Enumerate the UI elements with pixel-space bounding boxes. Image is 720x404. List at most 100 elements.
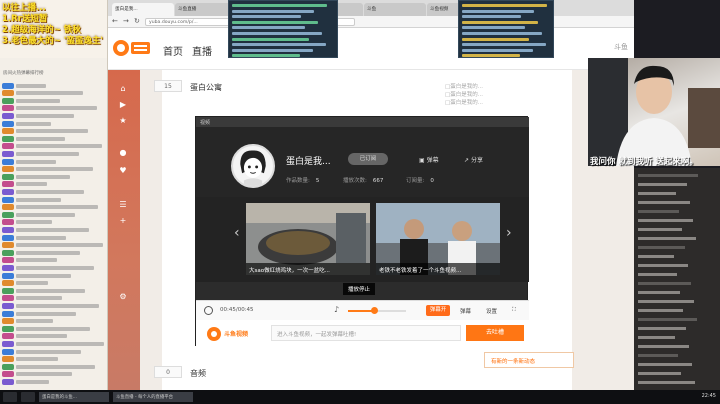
chat-row xyxy=(2,188,106,195)
tab-4[interactable]: 斗鱼 xyxy=(364,3,426,16)
back-icon[interactable]: ← xyxy=(112,18,119,25)
overlay-text-line xyxy=(462,9,534,13)
user-badge-icon xyxy=(2,280,14,287)
chat-row xyxy=(2,272,106,279)
plus-icon[interactable]: + xyxy=(118,216,128,226)
header-search[interactable]: 斗鱼 xyxy=(614,42,628,52)
volume-slider[interactable] xyxy=(348,307,406,314)
share-action[interactable]: ↗ 分享 xyxy=(464,155,483,164)
obs-row xyxy=(638,255,674,258)
video-icon[interactable]: ▶ xyxy=(118,100,128,110)
video-thumb-1[interactable]: 大sao做红烧鸡块，一次一盆吃... xyxy=(246,203,370,275)
overlay-text-line xyxy=(232,4,327,7)
carousel-next-icon[interactable]: › xyxy=(506,225,512,241)
chat-row xyxy=(2,158,106,165)
obs-row xyxy=(638,291,680,294)
carousel-prev-icon[interactable]: ‹ xyxy=(234,225,240,241)
site-header: 首页 直播 斗鱼 xyxy=(108,28,634,70)
overlay-text-line xyxy=(462,32,542,35)
star-icon[interactable]: ★ xyxy=(118,116,128,126)
video-thumb-2[interactable]: 老铁不老铁发着了一个斗鱼视频... xyxy=(376,203,500,275)
user-badge-icon xyxy=(2,363,14,370)
tab-0[interactable]: 蛋白是我... xyxy=(112,3,174,16)
notification-bubble[interactable]: 有新的一条新动态 xyxy=(484,352,574,368)
home-icon[interactable]: ⌂ xyxy=(118,84,128,94)
user-badge-icon xyxy=(2,120,14,127)
chat-text xyxy=(16,151,79,156)
overlay-text-line xyxy=(462,37,529,41)
chat-text xyxy=(16,113,74,118)
volume-knob[interactable] xyxy=(371,307,379,314)
ctrl-settings[interactable]: 设置 xyxy=(486,307,497,315)
user-badge-icon xyxy=(2,340,14,347)
list-icon[interactable]: ☰ xyxy=(118,200,128,210)
overlay-text-line xyxy=(462,26,525,30)
user-badge-icon xyxy=(2,226,14,233)
overlay-text-line xyxy=(462,4,547,7)
overlay-text-line xyxy=(232,15,301,19)
author-profile: 蛋白是我... 已订阅 ▣ 弹幕 ↗ 分享 作品数量: 5 播放次数: 667 订阅… xyxy=(196,127,529,197)
stat-works-label: 作品数量: xyxy=(286,178,310,184)
chat-title: 房间火热弹幕排行榜 xyxy=(3,71,44,76)
related-link-1[interactable]: 蛋白是我的... xyxy=(445,82,483,90)
taskbar-app-2[interactable]: 斗鱼直播 - 每个人的直播平台 xyxy=(113,392,193,402)
taskbar-app-1[interactable]: 蛋白是我的斗鱼... xyxy=(39,392,109,402)
chat-row xyxy=(2,120,106,127)
user-badge-icon xyxy=(2,257,14,264)
chat-row xyxy=(2,340,106,347)
chat-row xyxy=(2,82,106,89)
comment-input[interactable]: 进入斗鱼视频，一起发弹幕吐槽! xyxy=(271,325,461,341)
nav-home[interactable]: 首页 xyxy=(163,43,183,58)
user-badge-icon xyxy=(2,211,14,218)
chat-row xyxy=(2,310,106,317)
video-card: 视频 蛋白是我... 已订阅 ▣ 弹幕 ↗ 分享 作品数量: 5 播放次数: 6… xyxy=(195,116,529,347)
related-link-3[interactable]: 蛋白是我的... xyxy=(445,98,483,106)
barrage-action[interactable]: ▣ 弹幕 xyxy=(419,155,439,164)
chat-row xyxy=(2,348,106,355)
send-comment-button[interactable]: 去吐槽 xyxy=(466,325,524,341)
overlay-text-line xyxy=(232,54,300,58)
chat-text xyxy=(16,243,103,248)
taskbar: 蛋白是我的斗鱼... 斗鱼直播 - 每个人的直播平台 22:45 xyxy=(0,390,720,404)
chat-text xyxy=(16,106,97,111)
related-link-2[interactable]: 蛋白是我的... xyxy=(445,90,483,98)
ctrl-barrage-setting[interactable]: 弹幕 xyxy=(460,307,471,315)
chat-text xyxy=(16,364,95,369)
volume-icon[interactable]: ♪ xyxy=(334,305,339,314)
section2-number: 0 xyxy=(154,366,182,378)
chat-row xyxy=(2,226,106,233)
user-badge-icon xyxy=(2,356,14,363)
user-icon[interactable]: ● xyxy=(118,148,128,158)
stat-works: 作品数量: 5 xyxy=(286,176,319,184)
settings-icon[interactable]: ⚙ xyxy=(118,292,128,302)
chat-text xyxy=(16,379,49,384)
user-badge-icon xyxy=(2,158,14,165)
barrage-toggle-button[interactable]: 弹幕开 xyxy=(426,305,450,316)
chat-row xyxy=(2,90,106,97)
replay-icon[interactable] xyxy=(204,306,213,315)
chat-text xyxy=(16,136,65,141)
follow-button[interactable]: 已订阅 xyxy=(348,153,388,165)
fullscreen-icon[interactable]: ⛶ xyxy=(512,307,516,314)
taskbar-search-icon[interactable] xyxy=(21,392,35,402)
author-avatar[interactable] xyxy=(231,144,275,188)
section-number: 15 xyxy=(154,80,182,92)
nav-live[interactable]: 直播 xyxy=(192,43,212,58)
user-badge-icon xyxy=(2,242,14,249)
reload-icon[interactable]: ↻ xyxy=(134,18,141,25)
obs-row xyxy=(638,282,691,285)
douyu-logo-icon[interactable] xyxy=(112,38,152,58)
heart-icon[interactable]: ♥ xyxy=(118,166,128,176)
obs-row xyxy=(638,264,688,267)
chat-text xyxy=(16,98,60,103)
author-name[interactable]: 蛋白是我... xyxy=(286,154,331,167)
start-icon[interactable] xyxy=(3,392,17,402)
video-thumb-1-caption: 大sao做红烧鸡块，一次一盆吃... xyxy=(246,263,370,275)
chat-row xyxy=(2,166,106,173)
user-badge-icon xyxy=(2,295,14,302)
chat-row xyxy=(2,242,106,249)
forward-icon[interactable]: → xyxy=(123,18,130,25)
barrage-action-label: 弹幕 xyxy=(426,157,439,164)
clock: 22:45 xyxy=(701,393,716,399)
chat-row xyxy=(2,257,106,264)
